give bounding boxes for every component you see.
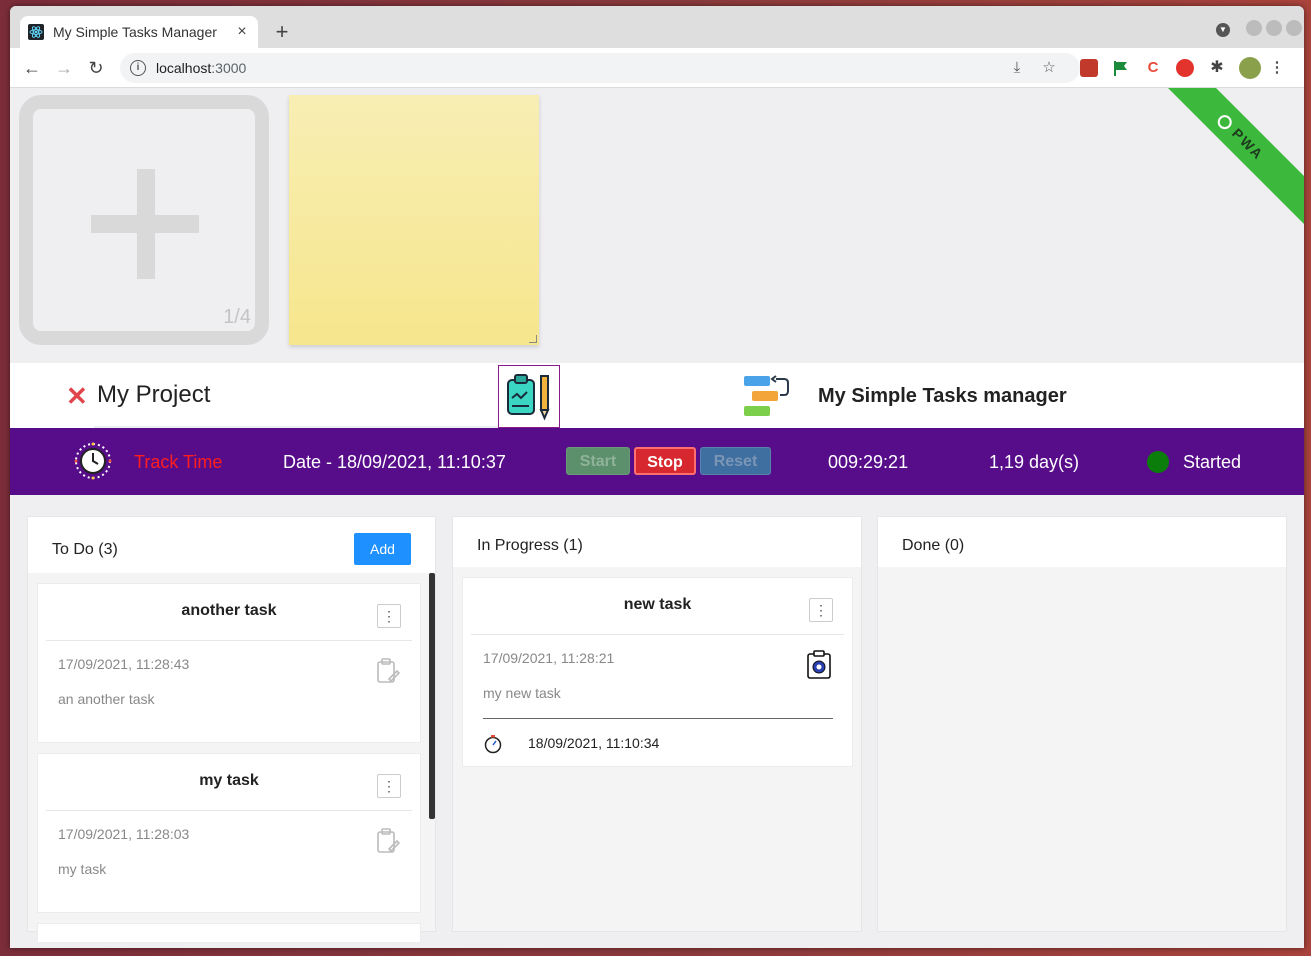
elapsed-time: 009:29:21 xyxy=(828,452,909,472)
card-start-time: 18/09/2021, 11:10:34 xyxy=(528,735,660,751)
minimize-button[interactable] xyxy=(1246,20,1262,36)
task-card[interactable]: my task ⋮ 17/09/2021, 11:28:03 my task xyxy=(37,753,421,913)
card-date: 17/09/2021, 11:28:21 xyxy=(483,650,615,666)
card-date: 17/09/2021, 11:28:43 xyxy=(58,656,190,672)
card-menu-button[interactable]: ⋮ xyxy=(809,598,833,622)
card-menu-button[interactable]: ⋮ xyxy=(377,774,401,798)
resize-handle[interactable] xyxy=(529,335,537,343)
card-description: an another task xyxy=(58,691,155,707)
in-progress-column-title: In Progress (1) xyxy=(477,537,583,554)
card-description: my task xyxy=(58,861,107,877)
profile-avatar[interactable] xyxy=(1239,57,1261,79)
block-extension-icon[interactable] xyxy=(1176,59,1194,77)
start-button[interactable]: Start xyxy=(566,447,630,475)
clipboard-pencil-logo[interactable] xyxy=(498,365,560,428)
card-divider xyxy=(483,718,833,719)
todo-column: To Do (3) Add another task ⋮ 17/09/2021,… xyxy=(27,516,436,943)
task-card[interactable]: another task ⋮ 17/09/2021, 11:28:43 an a… xyxy=(37,583,421,743)
flag-extension-icon[interactable] xyxy=(1112,59,1130,77)
card-title: new task xyxy=(623,596,692,613)
app-name: My Simple Tasks manager xyxy=(818,385,1067,407)
app-header: ✕ My Project My Simple Tasks manager xyxy=(10,363,1304,428)
elapsed-days: 1,19 day(s) xyxy=(989,452,1080,472)
browser-menu-icon[interactable]: ⋮ xyxy=(1268,59,1286,77)
forward-icon[interactable]: → xyxy=(52,56,76,80)
track-time-label: Track Time xyxy=(134,452,223,472)
todo-scrollbar[interactable] xyxy=(429,573,435,819)
clipboard-pencil-icon xyxy=(507,374,550,421)
time-tracking-bar: Track Time Date - 18/09/2021, 11:10:37 S… xyxy=(10,428,1304,495)
new-tab-button[interactable]: + xyxy=(268,18,296,46)
stop-button[interactable]: Stop xyxy=(634,447,696,475)
bookmark-star-icon[interactable]: ☆ xyxy=(1040,59,1058,77)
reload-icon[interactable]: ↻ xyxy=(84,56,108,80)
project-title[interactable]: My Project xyxy=(97,381,210,409)
tab-close-button[interactable]: × xyxy=(234,23,250,41)
c-extension-icon[interactable]: C xyxy=(1144,59,1162,77)
site-info-icon[interactable]: i xyxy=(130,60,146,76)
plus-icon-bar xyxy=(91,215,199,233)
pwa-icon xyxy=(1214,112,1235,133)
tasks-manager-logo-icon xyxy=(744,375,789,416)
add-task-button[interactable]: Add xyxy=(354,533,411,565)
install-app-icon[interactable]: ⤓ xyxy=(1008,59,1026,77)
done-column-header: Done (0) xyxy=(878,517,1286,567)
done-column: Done (0) xyxy=(877,516,1287,932)
card-separator xyxy=(471,634,844,635)
title-bar: My Simple Tasks Manager × + ▼ xyxy=(10,6,1304,48)
current-date: Date - 18/09/2021, 11:10:37 xyxy=(283,452,506,472)
tab-title: My Simple Tasks Manager xyxy=(53,24,217,40)
done-column-title: Done (0) xyxy=(902,537,965,554)
card-menu-button[interactable]: ⋮ xyxy=(377,604,401,628)
task-card[interactable]: new task ⋮ 17/09/2021, 11:28:21 my new t… xyxy=(462,577,853,767)
url-port: :3000 xyxy=(211,60,247,76)
close-project-icon[interactable]: ✕ xyxy=(66,383,88,409)
card-description: my new task xyxy=(483,685,561,701)
maximize-button[interactable] xyxy=(1266,20,1282,36)
clipboard-gear-icon[interactable] xyxy=(806,650,832,680)
extension-1-icon[interactable] xyxy=(1080,59,1098,77)
note-count: 1/4 xyxy=(223,306,251,328)
todo-column-header: To Do (3) Add xyxy=(28,517,435,573)
card-title: my task xyxy=(199,772,259,789)
in-progress-column-header: In Progress (1) xyxy=(453,517,861,567)
status-text: Started xyxy=(1183,452,1242,472)
react-icon xyxy=(28,24,44,40)
card-separator xyxy=(46,640,412,641)
pwa-ribbon: PWA xyxy=(1140,88,1304,238)
browser-window: My Simple Tasks Manager × + ▼ ← → ↻ i lo… xyxy=(10,6,1304,948)
reset-button[interactable]: Reset xyxy=(700,447,771,475)
tab-search-icon[interactable]: ▼ xyxy=(1216,23,1230,37)
add-note-button[interactable]: 1/4 xyxy=(19,95,269,345)
browser-toolbar: ← → ↻ i localhost:3000 ⤓ ☆ C ✱ ⋮ xyxy=(10,48,1304,88)
back-icon[interactable]: ← xyxy=(20,56,44,80)
pwa-label: PWA xyxy=(1229,125,1268,164)
app-page: 1/4 PWA ✕ My Project My Simple Tasks man… xyxy=(10,88,1304,948)
card-title: another task xyxy=(181,602,277,619)
url-host: localhost xyxy=(156,60,212,76)
extensions-puzzle-icon[interactable]: ✱ xyxy=(1208,59,1226,77)
address-bar[interactable]: i localhost:3000 xyxy=(120,53,1080,83)
stopwatch-icon xyxy=(484,735,502,754)
clock-icon xyxy=(74,442,112,480)
todo-column-title: To Do (3) xyxy=(52,541,118,558)
status-indicator xyxy=(1147,451,1169,473)
card-date: 17/09/2021, 11:28:03 xyxy=(58,826,190,842)
card-separator xyxy=(46,810,412,811)
close-window-button[interactable] xyxy=(1286,20,1302,36)
task-card-partial[interactable] xyxy=(37,923,421,943)
in-progress-column: In Progress (1) new task ⋮ 17/09/2021, 1… xyxy=(452,516,862,932)
browser-tab[interactable]: My Simple Tasks Manager × xyxy=(20,16,258,48)
clipboard-edit-icon[interactable] xyxy=(376,828,400,854)
sticky-note[interactable] xyxy=(289,95,539,345)
clipboard-edit-icon[interactable] xyxy=(376,658,400,684)
